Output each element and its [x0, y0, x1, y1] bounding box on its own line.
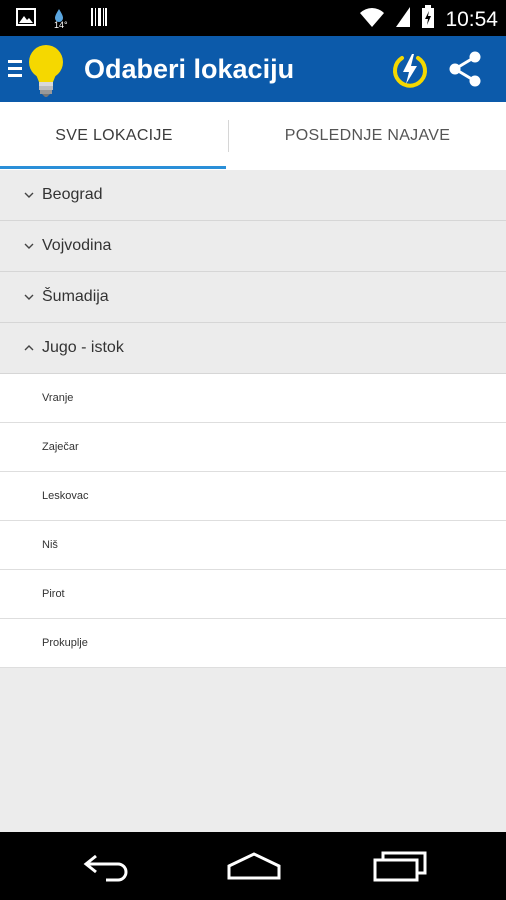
group-label: Jugo - istok — [42, 339, 124, 356]
wifi-icon — [359, 6, 385, 33]
chevron-up-icon — [24, 345, 34, 351]
chevron-down-icon — [24, 243, 34, 249]
power-icon[interactable] — [390, 50, 430, 95]
menu-icon[interactable] — [8, 58, 22, 83]
list-item-label: Leskovac — [42, 490, 89, 502]
list-item-label: Niš — [42, 539, 58, 551]
status-bar: 14° 10:54 — [0, 0, 506, 36]
lightbulb-icon — [26, 42, 66, 103]
group-label: Šumadija — [42, 288, 109, 305]
app-bar: Odaberi lokaciju — [0, 36, 506, 102]
group-row-beograd[interactable]: Beograd — [0, 170, 506, 221]
battery-icon — [421, 5, 435, 34]
list-item-label: Vranje — [42, 392, 74, 404]
recents-icon[interactable] — [372, 850, 428, 887]
signal-icon — [395, 6, 411, 33]
location-list: Beograd Vojvodina Šumadija Jugo - istok … — [0, 170, 506, 668]
list-item-pirot[interactable]: Pirot — [0, 570, 506, 619]
list-item-vranje[interactable]: Vranje — [0, 374, 506, 423]
image-icon — [16, 8, 36, 31]
group-row-sumadija[interactable]: Šumadija — [0, 272, 506, 323]
group-label: Vojvodina — [42, 237, 112, 254]
page-title: Odaberi lokaciju — [84, 54, 295, 84]
share-icon[interactable] — [446, 50, 484, 93]
chevron-down-icon — [24, 294, 34, 300]
tab-selected-indicator — [0, 166, 226, 169]
list-item-nis[interactable]: Niš — [0, 521, 506, 570]
group-row-jugo-istok[interactable]: Jugo - istok — [0, 323, 506, 374]
chevron-down-icon — [24, 192, 34, 198]
clock: 10:54 — [445, 7, 498, 31]
navigation-bar — [0, 832, 506, 900]
list-item-label: Pirot — [42, 588, 65, 600]
weather-icon: 14° — [52, 8, 74, 32]
list-item-leskovac[interactable]: Leskovac — [0, 472, 506, 521]
barcode-icon — [90, 7, 108, 32]
tab-recent-announcements[interactable]: POSLEDNJE NAJAVE — [229, 102, 506, 170]
tab-all-locations[interactable]: SVE LOKACIJE — [0, 102, 228, 170]
list-item-label: Zaječar — [42, 441, 79, 453]
tab-bar: SVE LOKACIJE POSLEDNJE NAJAVE — [0, 102, 506, 171]
list-item-prokuplje[interactable]: Prokuplje — [0, 619, 506, 668]
back-icon[interactable] — [82, 850, 134, 887]
group-row-vojvodina[interactable]: Vojvodina — [0, 221, 506, 272]
list-item-label: Prokuplje — [42, 637, 88, 649]
list-item-zajecar[interactable]: Zaječar — [0, 423, 506, 472]
weather-temp: 14° — [54, 19, 68, 30]
group-label: Beograd — [42, 186, 103, 203]
home-icon[interactable] — [226, 850, 282, 887]
